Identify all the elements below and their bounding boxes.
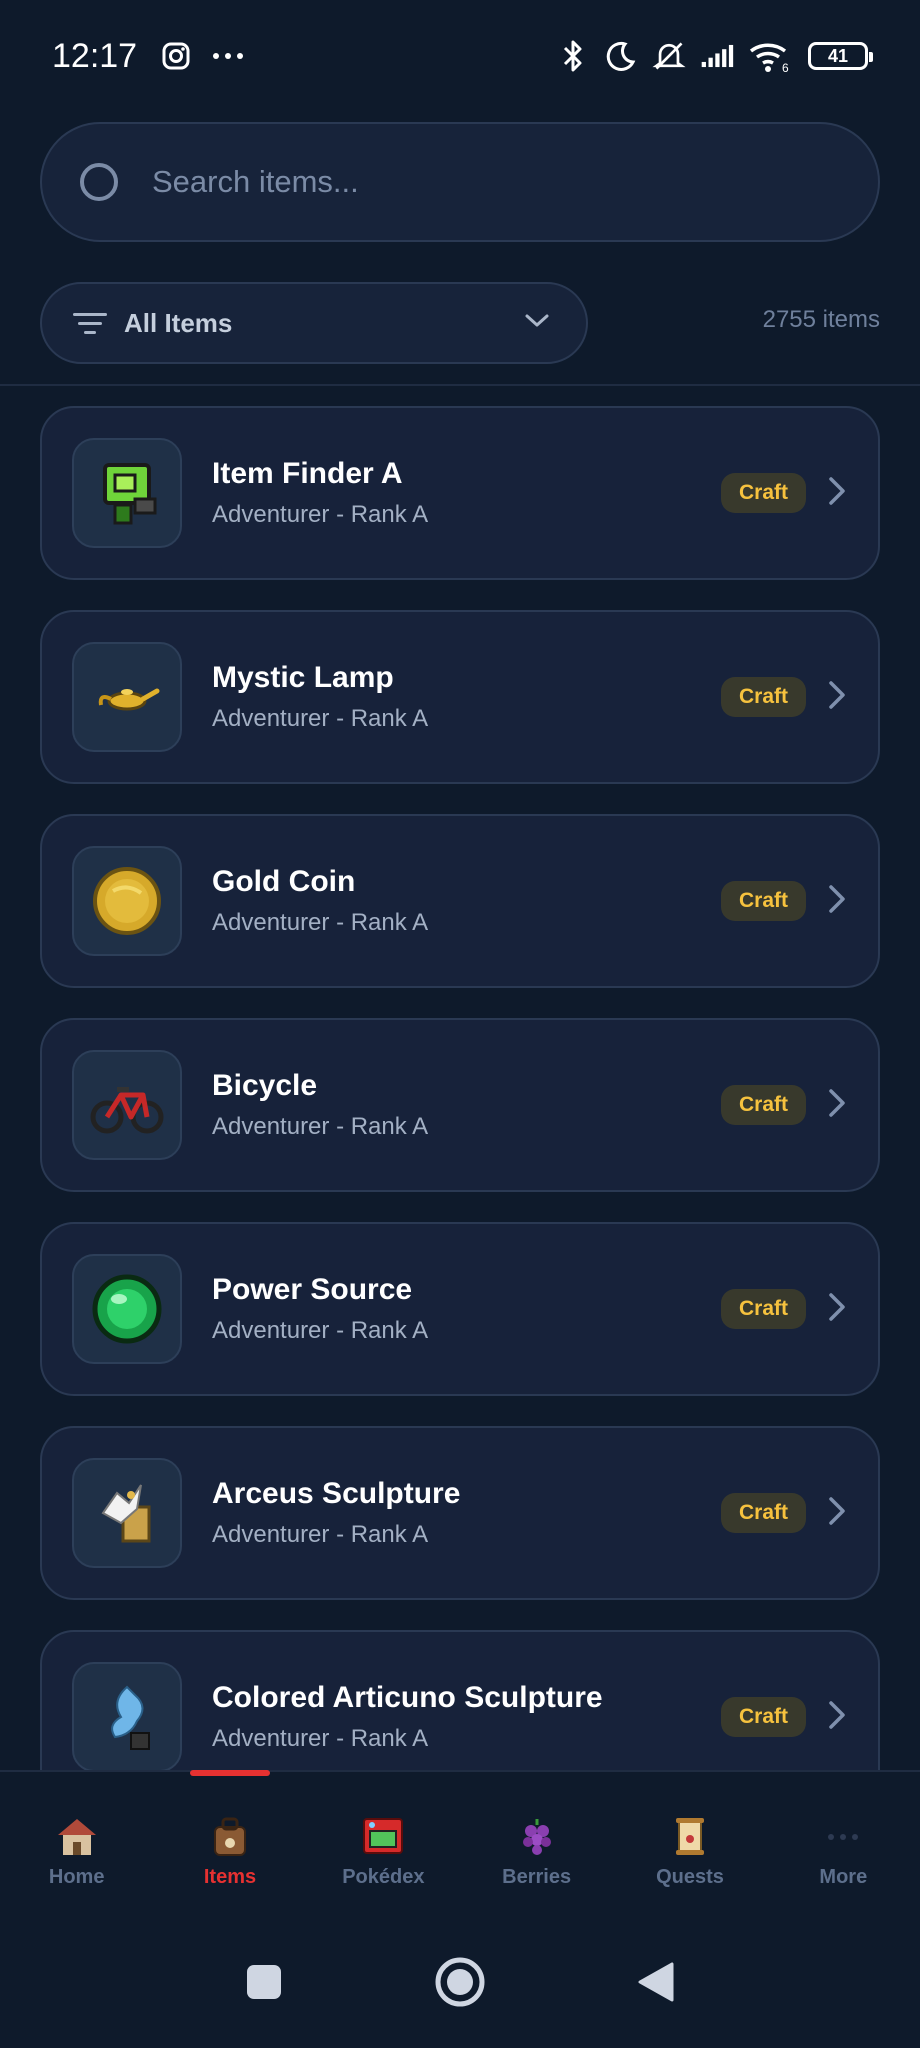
chevron-right-icon (828, 476, 846, 511)
item-subtitle: Adventurer - Rank A (212, 1317, 429, 1344)
berry-icon (513, 1814, 561, 1858)
list-item[interactable]: Colored Articuno Sculpture Adventurer - … (40, 1630, 880, 1770)
nav-item-pokedex[interactable]: Pokédex (307, 1772, 460, 1920)
nav-label: More (819, 1866, 868, 1888)
nav-item-quests[interactable]: Quests (613, 1772, 766, 1920)
orb-icon (72, 1254, 182, 1364)
recents-button[interactable] (244, 1962, 284, 2007)
filter-label: All Items (124, 307, 233, 338)
list-item[interactable]: Mystic Lamp Adventurer - Rank A Craft (40, 610, 880, 784)
house-icon (53, 1814, 101, 1858)
chevron-right-icon (828, 884, 846, 919)
item-count: 2755 items (762, 306, 880, 333)
item-name: Arceus Sculpture (212, 1477, 461, 1510)
craft-badge: Craft (720, 473, 806, 513)
chevron-right-icon (828, 1700, 846, 1735)
nav-item-more[interactable]: More (767, 1772, 920, 1920)
item-subtitle: Adventurer - Rank A (212, 1113, 429, 1140)
craft-badge: Craft (720, 1493, 806, 1533)
bicycle-icon (72, 1050, 182, 1160)
chevron-right-icon (828, 1088, 846, 1123)
nav-item-home[interactable]: Home (0, 1772, 153, 1920)
chevron-down-icon (524, 313, 550, 334)
pokedex-icon (359, 1814, 407, 1858)
bird-sculpture-icon (72, 1662, 182, 1770)
bag-icon (206, 1814, 254, 1858)
nav-item-berries[interactable]: Berries (460, 1772, 613, 1920)
nav-label: Quests (656, 1866, 724, 1888)
nav-label: Pokédex (342, 1866, 425, 1888)
system-nav-bar (0, 1920, 920, 2048)
more-icon (819, 1814, 867, 1858)
signal-icon (700, 39, 734, 73)
sculpture-icon (72, 1458, 182, 1568)
search-input[interactable] (152, 164, 832, 200)
craft-badge: Craft (720, 677, 806, 717)
battery-indicator: 41 (808, 42, 873, 70)
nav-label: Items (203, 1866, 257, 1888)
chevron-right-icon (828, 680, 846, 715)
list-item[interactable]: Item Finder A Adventurer - Rank A Craft (40, 406, 880, 580)
home-button[interactable] (434, 1956, 486, 2013)
status-time: 12:17 (52, 36, 138, 75)
filter-icon (72, 311, 108, 335)
item-subtitle: Adventurer - Rank A (212, 1521, 429, 1548)
list-item[interactable]: Arceus Sculpture Adventurer - Rank A Cra… (40, 1426, 880, 1600)
item-subtitle: Adventurer - Rank A (212, 501, 429, 528)
nav-label: Home (48, 1866, 105, 1888)
list-item[interactable]: Power Source Adventurer - Rank A Craft (40, 1222, 880, 1396)
item-name: Colored Articuno Sculpture (212, 1681, 603, 1714)
item-list[interactable]: Item Finder A Adventurer - Rank A Craft … (0, 386, 920, 1770)
nav-item-items[interactable]: Items (153, 1770, 306, 1920)
item-subtitle: Adventurer - Rank A (212, 1725, 429, 1752)
search-bar[interactable] (40, 122, 880, 242)
item-name: Power Source (212, 1273, 413, 1306)
filter-dropdown[interactable]: All Items (40, 282, 588, 364)
chevron-right-icon (828, 1292, 846, 1327)
item-name: Item Finder A (212, 457, 403, 490)
bluetooth-icon (556, 39, 590, 73)
instagram-icon (159, 39, 193, 73)
wifi-icon: 6 (748, 39, 794, 73)
craft-badge: Craft (720, 1289, 806, 1329)
back-button[interactable] (636, 1960, 676, 2009)
svg-text:6: 6 (782, 61, 789, 73)
scroll-icon (666, 1814, 714, 1858)
more-dots-icon (211, 39, 245, 73)
item-name: Bicycle (212, 1069, 318, 1102)
list-item[interactable]: Bicycle Adventurer - Rank A Craft (40, 1018, 880, 1192)
item-subtitle: Adventurer - Rank A (212, 705, 429, 732)
item-subtitle: Adventurer - Rank A (212, 909, 429, 936)
craft-badge: Craft (720, 1697, 806, 1737)
status-bar: 12:17 6 41 (0, 0, 920, 112)
bottom-nav: Home Items Pokédex Berries Quests More (0, 1770, 920, 1920)
item-name: Gold Coin (212, 865, 356, 898)
item-finder-icon (72, 438, 182, 548)
lamp-icon (72, 642, 182, 752)
active-indicator (189, 1770, 270, 1776)
coin-icon (72, 846, 182, 956)
search-icon (80, 163, 118, 201)
nav-label: Berries (502, 1866, 572, 1888)
item-name: Mystic Lamp (212, 661, 394, 694)
mute-icon (652, 39, 686, 73)
chevron-right-icon (828, 1496, 846, 1531)
craft-badge: Craft (720, 881, 806, 921)
craft-badge: Craft (720, 1085, 806, 1125)
moon-icon (604, 39, 638, 73)
list-item[interactable]: Gold Coin Adventurer - Rank A Craft (40, 814, 880, 988)
